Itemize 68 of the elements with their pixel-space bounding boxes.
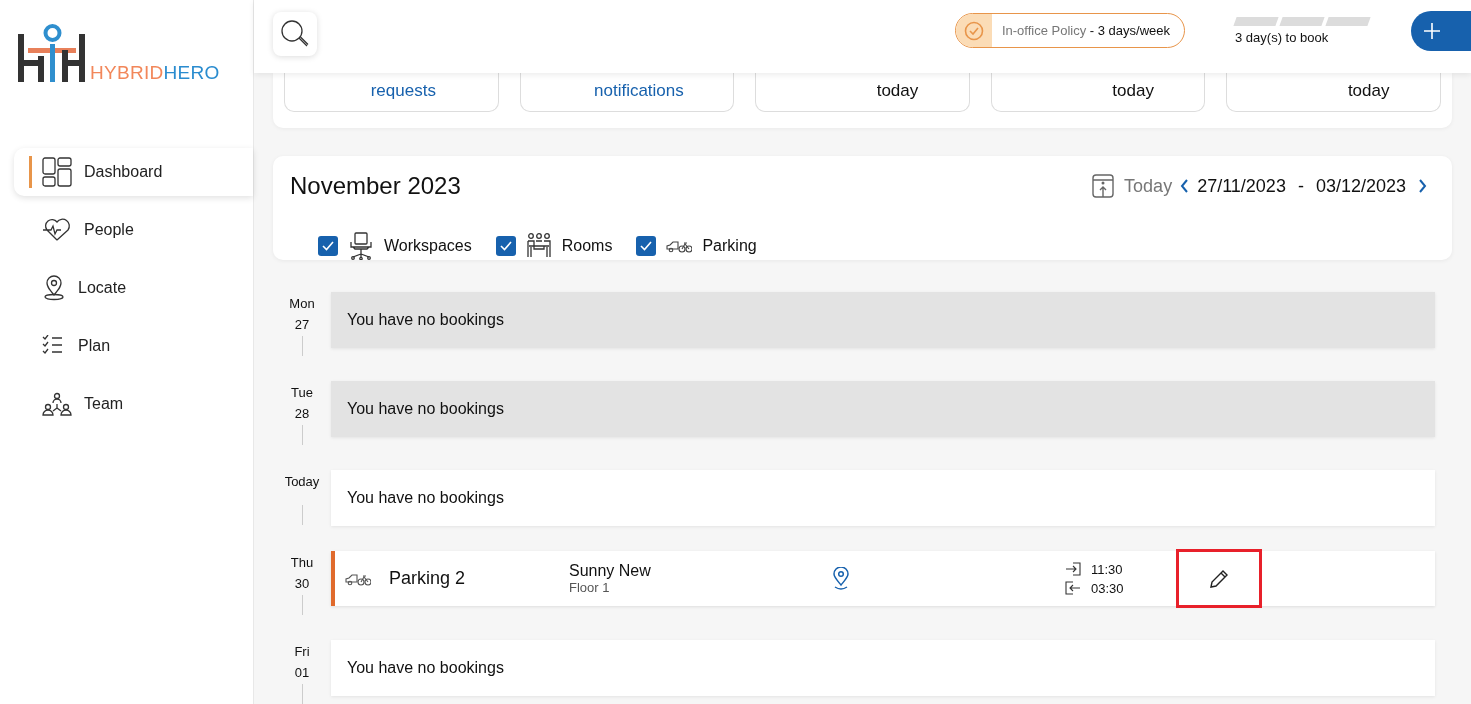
filter-checkbox[interactable] (495, 236, 516, 256)
pencil-icon (1208, 568, 1229, 589)
check-out-icon (1065, 581, 1081, 595)
check-circle-icon (963, 20, 984, 41)
filter-label: Workspaces (384, 237, 472, 255)
date-label: 01 (294, 665, 310, 680)
check-out-time: 03:30 (1091, 580, 1124, 596)
meeting-people-icon (525, 233, 552, 259)
date-label: 27 (294, 317, 310, 332)
days-to-book-text: 3 day(s) to book (1235, 29, 1330, 45)
location-pin-icon (42, 275, 66, 301)
no-bookings-text: You have no bookings (347, 489, 504, 507)
weekday-label: Tue (291, 385, 313, 400)
filter-label: Rooms (561, 237, 613, 255)
range-separator: - (1297, 175, 1304, 197)
booking-title: Parking 2 (389, 568, 467, 589)
booking-card[interactable]: Parking 2 Sunny New Floor 1 11:30 03:30 (331, 551, 1435, 606)
filter-checkbox[interactable] (636, 236, 657, 256)
stat-text: today (1347, 81, 1390, 101)
date-label: 28 (294, 406, 310, 421)
logo-mark-icon (18, 24, 86, 82)
check-in-icon (1065, 562, 1081, 576)
office-chair-icon (348, 232, 374, 260)
checkmark-icon (499, 241, 512, 251)
weekday-label: Thu (290, 555, 314, 570)
range-start: 27/11/2023 (1197, 175, 1286, 197)
checkmark-icon (322, 241, 334, 251)
location-pin-icon[interactable] (831, 566, 851, 591)
filter-checkbox[interactable] (318, 236, 338, 256)
search-button[interactable] (273, 11, 317, 56)
search-icon (280, 18, 310, 49)
no-bookings-text: You have no bookings (347, 659, 504, 677)
edit-button[interactable] (1175, 549, 1262, 608)
chevron-right-icon (1418, 179, 1427, 193)
location-name: Sunny New (569, 562, 652, 580)
car-bike-icon (666, 239, 693, 253)
car-bike-icon (345, 571, 371, 586)
today-button[interactable]: Today (1092, 174, 1173, 198)
stat-link[interactable]: requests (370, 81, 436, 101)
logo-text: HYBRIDHERO (90, 62, 220, 84)
no-bookings-text: You have no bookings (347, 400, 504, 418)
stat-text: today (876, 81, 919, 101)
sidebar-item[interactable]: Team (14, 380, 253, 428)
sidebar-item[interactable]: Locate (14, 264, 253, 312)
heart-icon (42, 218, 72, 242)
plus-icon (1423, 21, 1441, 40)
chevron-left-icon (1180, 179, 1190, 193)
floor-label: Floor 1 (569, 580, 611, 595)
check-in-time: 11:30 (1091, 561, 1123, 577)
stat-text: today (1112, 81, 1154, 101)
month-title: November 2023 (290, 172, 461, 200)
dashboard-icon (42, 157, 72, 187)
policy-text: In-office Policy - 3 days/week (1000, 23, 1171, 38)
stat-link[interactable]: notifications (594, 81, 684, 101)
calendar-icon (1092, 174, 1115, 198)
team-icon (42, 392, 72, 416)
no-bookings-text: You have no bookings (347, 311, 504, 329)
add-button[interactable] (1411, 10, 1471, 51)
filter-label: Parking (702, 237, 757, 255)
date-label: 30 (294, 576, 310, 591)
weekday-label: Fri (294, 644, 310, 659)
checkmark-icon (640, 241, 653, 251)
weekday-label: Mon (289, 296, 315, 311)
range-end: 03/12/2023 (1315, 175, 1406, 197)
sidebar-item[interactable]: Dashboard (14, 148, 253, 196)
sidebar-item[interactable]: Plan (14, 322, 253, 370)
weekday-label: Today (284, 474, 320, 489)
sidebar-item[interactable]: People (14, 206, 253, 254)
